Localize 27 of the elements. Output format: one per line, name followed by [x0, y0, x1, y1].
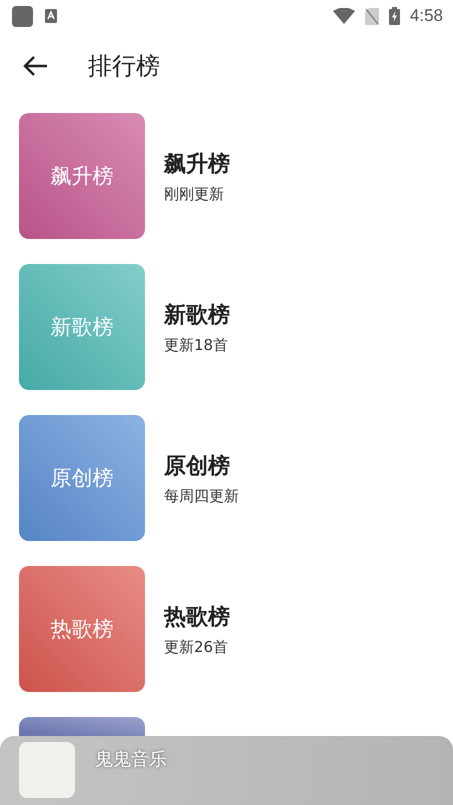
cover-label: 新歌榜	[50, 314, 114, 341]
chart-title[interactable]: 新歌榜	[164, 300, 230, 330]
cover-label: 原创榜	[50, 465, 114, 492]
app-icon	[12, 6, 33, 26]
notification-icon	[45, 9, 57, 23]
chart-cover[interactable]	[19, 717, 145, 736]
clock: 4:58	[410, 6, 443, 26]
chart-cover[interactable]: 飙升榜	[19, 113, 145, 239]
page-title: 排行榜	[88, 51, 160, 82]
chart-cover[interactable]: 新歌榜	[19, 264, 145, 390]
album-art[interactable]	[19, 742, 75, 798]
cover-label: 飙升榜	[50, 163, 114, 190]
mini-player-bar[interactable]: 鬼鬼音乐	[0, 736, 453, 805]
chart-cover[interactable]: 热歌榜	[19, 566, 145, 692]
chart-title[interactable]: 热歌榜	[164, 602, 230, 632]
update-note: 每周四更新	[164, 486, 239, 506]
cover-label: 热歌榜	[50, 616, 114, 643]
no-sim-icon	[364, 8, 379, 24]
chart-title[interactable]: 原创榜	[164, 450, 239, 480]
update-note: 刚刚更新	[164, 184, 225, 204]
chart-cover[interactable]: 原创榜	[19, 415, 145, 541]
wifi-icon	[332, 8, 355, 24]
update-note: 更新18首	[164, 336, 230, 354]
chart-title[interactable]: 飙升榜	[164, 148, 230, 178]
battery-charging-icon	[388, 7, 400, 25]
song-title: 鬼鬼音乐	[95, 748, 167, 771]
update-note: 更新26首	[164, 638, 230, 656]
